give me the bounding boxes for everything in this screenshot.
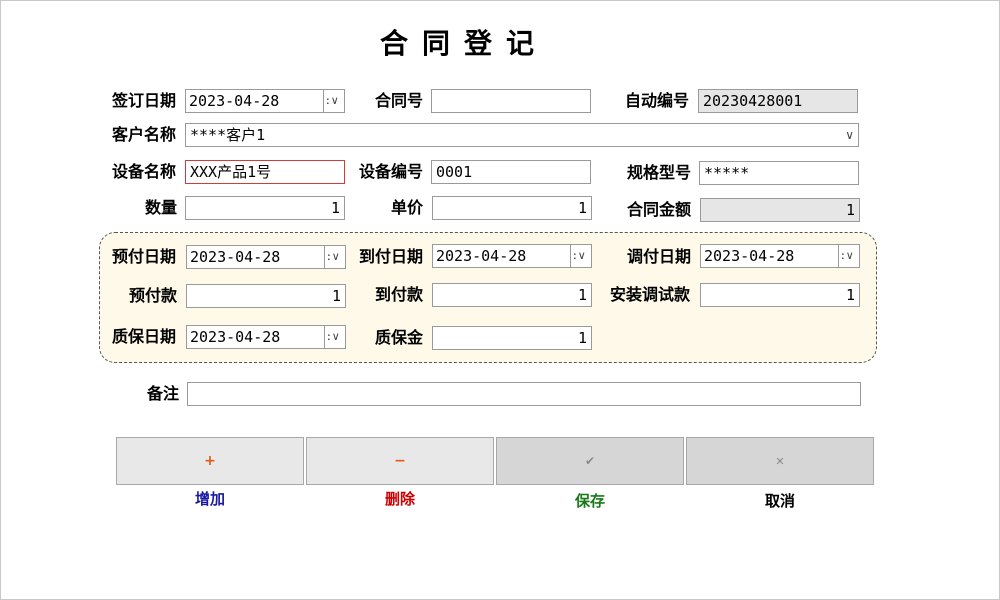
warranty-date-value: 2023-04-28 <box>190 328 281 346</box>
arrival-date-picker[interactable]: 2023-04-28 :∨ <box>432 244 592 268</box>
install-pay-field[interactable]: 1 <box>700 283 860 307</box>
spec-field[interactable]: ***** <box>699 161 859 185</box>
contract-no-label: 合同号 <box>375 91 424 110</box>
prepay-date-label: 预付日期 <box>112 247 177 266</box>
arrival-pay-label: 到付款 <box>375 285 424 304</box>
amount-field: 1 <box>700 198 860 222</box>
commission-date-label: 调付日期 <box>627 247 692 266</box>
sign-date-label: 签订日期 <box>112 91 177 110</box>
device-no-label: 设备编号 <box>359 162 424 181</box>
auto-no-label: 自动编号 <box>625 91 690 110</box>
close-icon: ✕ <box>775 454 785 468</box>
arrival-date-label: 到付日期 <box>359 247 424 266</box>
remarks-field[interactable] <box>187 382 861 406</box>
qty-label: 数量 <box>145 198 178 217</box>
customer-value: ****客户1 <box>190 126 266 144</box>
add-button[interactable]: + <box>116 437 304 485</box>
prepay-date-value: 2023-04-28 <box>190 248 281 266</box>
chevron-down-icon[interactable]: :∨ <box>838 245 859 267</box>
auto-no-field: 20230428001 <box>698 89 858 113</box>
device-no-field[interactable]: 0001 <box>431 160 591 184</box>
device-name-label: 设备名称 <box>112 162 177 181</box>
chevron-down-icon[interactable]: :∨ <box>323 90 344 112</box>
save-button[interactable]: ✔ <box>496 437 684 485</box>
install-pay-label: 安装调试款 <box>610 285 691 304</box>
customer-label: 客户名称 <box>112 125 177 144</box>
page-title: 合同登记 <box>380 27 549 60</box>
unit-price-label: 单价 <box>391 198 424 217</box>
chevron-down-icon[interactable]: :∨ <box>324 326 345 348</box>
warranty-deposit-label: 质保金 <box>375 328 424 347</box>
qty-field[interactable]: 1 <box>185 196 345 220</box>
arrival-pay-field[interactable]: 1 <box>432 283 592 307</box>
remarks-label: 备注 <box>147 384 180 403</box>
arrival-date-value: 2023-04-28 <box>436 247 527 265</box>
spec-label: 规格型号 <box>627 163 692 182</box>
warranty-date-label: 质保日期 <box>112 327 177 346</box>
chevron-down-icon[interactable]: :∨ <box>570 245 591 267</box>
delete-button[interactable]: − <box>306 437 494 485</box>
unit-price-field[interactable]: 1 <box>432 196 592 220</box>
sign-date-picker[interactable]: 2023-04-28 :∨ <box>185 89 345 113</box>
amount-label: 合同金额 <box>627 200 692 219</box>
minus-icon: − <box>394 453 406 469</box>
prepay-field[interactable]: 1 <box>186 284 346 308</box>
plus-icon: + <box>204 453 216 469</box>
commission-date-picker[interactable]: 2023-04-28 :∨ <box>700 244 860 268</box>
contract-no-field[interactable] <box>431 89 591 113</box>
commission-date-value: 2023-04-28 <box>704 247 795 265</box>
prepay-date-picker[interactable]: 2023-04-28 :∨ <box>186 245 346 269</box>
customer-select[interactable]: ****客户1 ∨ <box>185 123 859 147</box>
sign-date-value: 2023-04-28 <box>189 92 280 110</box>
chevron-down-icon[interactable]: ∨ <box>845 124 854 146</box>
chevron-down-icon[interactable]: :∨ <box>324 246 345 268</box>
warranty-date-picker[interactable]: 2023-04-28 :∨ <box>186 325 346 349</box>
check-icon: ✔ <box>584 454 596 468</box>
add-button-label[interactable]: 增加 <box>116 488 304 509</box>
device-name-field[interactable]: XXX产品1号 <box>185 160 345 184</box>
save-button-label[interactable]: 保存 <box>496 490 684 511</box>
delete-button-label[interactable]: 删除 <box>306 488 494 509</box>
warranty-deposit-field[interactable]: 1 <box>432 326 592 350</box>
cancel-button-label[interactable]: 取消 <box>686 490 874 511</box>
cancel-button[interactable]: ✕ <box>686 437 874 485</box>
prepay-label: 预付款 <box>129 286 178 305</box>
